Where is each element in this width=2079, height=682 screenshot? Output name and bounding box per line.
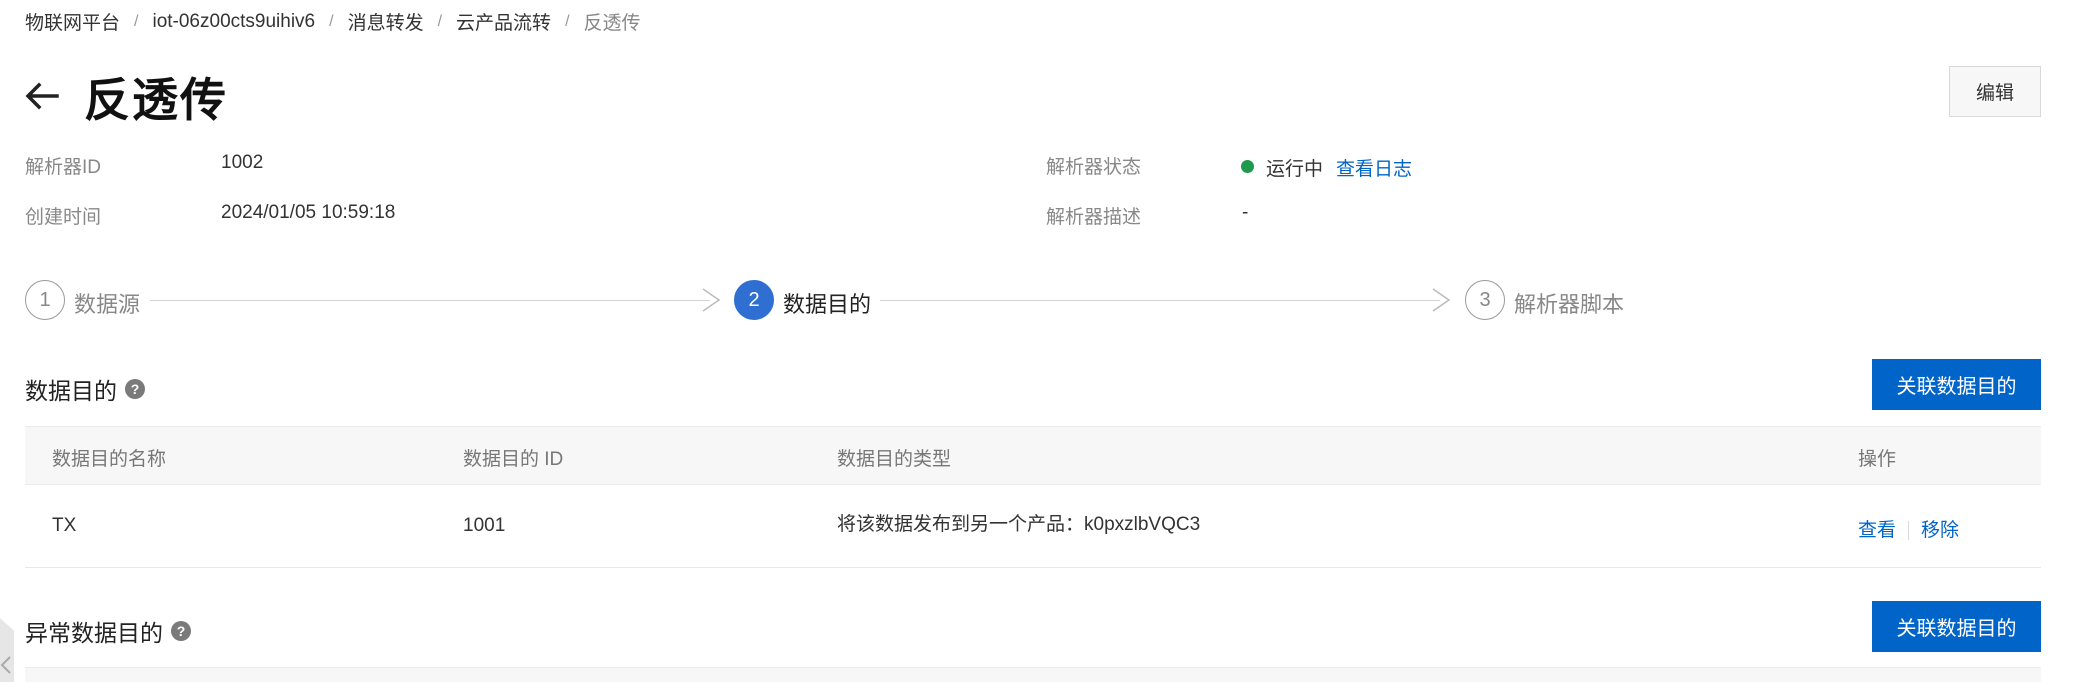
parser-id-label: 解析器ID	[25, 157, 102, 178]
step-3-label: 解析器脚本	[1514, 292, 1625, 317]
breadcrumb-item-instance[interactable]: iot-06z00cts9uihiv6	[152, 11, 315, 33]
breadcrumb-separator: /	[437, 12, 443, 30]
table-row: TX 1001 将该数据发布到另一个产品：k0pxzlbVQC3 查看 移除	[25, 485, 2041, 568]
error-table-header-edge	[25, 667, 2041, 682]
remove-button[interactable]: 移除	[1921, 520, 1959, 541]
created-time-value: 2024/01/05 10:59:18	[221, 202, 396, 223]
action-divider	[1908, 521, 1910, 541]
step-2-label: 数据目的	[783, 292, 872, 317]
column-header-type: 数据目的类型	[837, 449, 952, 470]
breadcrumb: 物联网平台 / iot-06z00cts9uihiv6 / 消息转发 / 云产品…	[25, 8, 641, 35]
step-3-circle: 3	[1465, 280, 1505, 320]
step-1-label: 数据源	[74, 292, 141, 317]
chevron-left-icon[interactable]	[0, 655, 12, 675]
column-header-actions: 操作	[1858, 449, 1897, 470]
row-actions: 查看 移除	[1858, 515, 1959, 542]
breadcrumb-separator: /	[329, 12, 334, 30]
cell-destination-id: 1001	[463, 515, 506, 536]
step-2-circle: 2	[734, 280, 774, 320]
destination-section-title-text: 数据目的	[25, 378, 117, 404]
edit-button[interactable]: 编辑	[1949, 66, 2041, 117]
cell-destination-name: TX	[52, 515, 77, 536]
page: 物联网平台 / iot-06z00cts9uihiv6 / 消息转发 / 云产品…	[0, 0, 2079, 682]
breadcrumb-item-current: 反透传	[583, 13, 641, 34]
page-title: 反透传	[84, 74, 228, 126]
destination-table: 数据目的名称 数据目的 ID 数据目的类型 操作 TX 1001 将该数据发布到…	[25, 426, 2041, 568]
question-circle-icon[interactable]: ?	[171, 621, 191, 641]
chevron-right-icon	[1432, 288, 1451, 312]
cell-destination-type: 将该数据发布到另一个产品：k0pxzlbVQC3	[837, 514, 1201, 535]
breadcrumb-separator: /	[565, 12, 570, 30]
breadcrumb-item-iot-platform[interactable]: 物联网平台	[25, 8, 120, 35]
created-time-label: 创建时间	[25, 207, 102, 228]
breadcrumb-item-message-forwarding[interactable]: 消息转发	[348, 8, 424, 35]
step-connector-2	[880, 300, 1440, 301]
step-connector-1	[150, 300, 710, 301]
parser-status-label: 解析器状态	[1046, 157, 1142, 178]
view-button[interactable]: 查看	[1858, 520, 1896, 541]
chevron-right-icon	[702, 288, 721, 312]
arrow-left-icon[interactable]	[24, 78, 60, 114]
error-destination-section-title-text: 异常数据目的	[25, 620, 163, 646]
view-log-link[interactable]: 查看日志	[1336, 154, 1412, 181]
destination-section-title: 数据目的 ?	[25, 372, 145, 406]
link-error-destination-button[interactable]: 关联数据目的	[1872, 601, 2041, 652]
status-running-dot	[1241, 160, 1254, 173]
parser-desc-label: 解析器描述	[1046, 207, 1142, 228]
table-header: 数据目的名称 数据目的 ID 数据目的类型 操作	[25, 426, 2041, 485]
breadcrumb-separator: /	[134, 12, 139, 30]
column-header-id: 数据目的 ID	[463, 449, 564, 470]
question-circle-icon[interactable]: ?	[125, 379, 145, 399]
parser-status-value: 运行中	[1266, 159, 1324, 180]
link-destination-button[interactable]: 关联数据目的	[1872, 359, 2041, 410]
breadcrumb-item-cloud-product-flow[interactable]: 云产品流转	[456, 8, 551, 35]
column-header-name: 数据目的名称	[52, 449, 167, 470]
step-1-circle: 1	[25, 280, 65, 320]
parser-id-value: 1002	[221, 152, 264, 173]
parser-desc-value: -	[1242, 202, 1249, 223]
error-destination-section-title: 异常数据目的 ?	[25, 614, 191, 648]
